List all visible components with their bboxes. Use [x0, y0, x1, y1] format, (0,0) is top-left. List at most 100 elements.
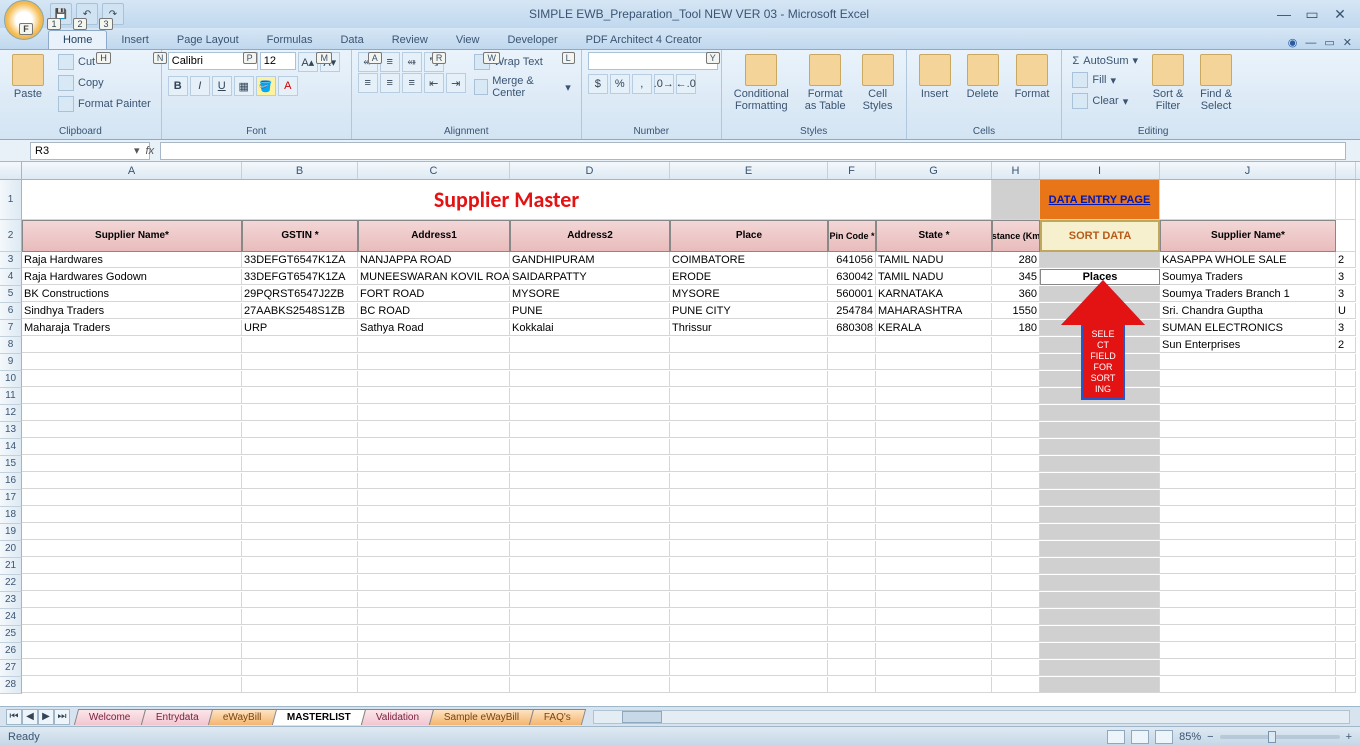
cell[interactable]: KARNATAKA: [876, 286, 992, 302]
col-header-j[interactable]: J: [1160, 162, 1336, 179]
number-format-select[interactable]: [588, 52, 718, 70]
autosum-button[interactable]: Σ AutoSum ▾: [1068, 52, 1142, 69]
doc-restore[interactable]: ▭: [1324, 36, 1334, 49]
fill-button[interactable]: Fill ▾: [1068, 70, 1142, 90]
fill-color-button[interactable]: 🪣: [256, 76, 276, 96]
row-header-4[interactable]: 4: [0, 269, 22, 286]
qat-undo[interactable]: ↶2: [76, 3, 98, 25]
cell[interactable]: SUMAN ELECTRONICS: [1160, 320, 1336, 336]
sheet-nav-last[interactable]: ⏭: [54, 709, 70, 725]
cell[interactable]: 1550: [992, 303, 1040, 319]
row-header-18[interactable]: 18: [0, 507, 22, 524]
row-header-9[interactable]: 9: [0, 354, 22, 371]
cell[interactable]: 345: [992, 269, 1040, 285]
row-header-5[interactable]: 5: [0, 286, 22, 303]
sheet-nav-prev[interactable]: ◀: [22, 709, 38, 725]
page-layout-view-button[interactable]: [1131, 730, 1149, 744]
cell[interactable]: Thrissur: [670, 320, 828, 336]
align-middle-button[interactable]: ≡: [380, 52, 400, 72]
cell[interactable]: 254784: [828, 303, 876, 319]
cell[interactable]: 680308: [828, 320, 876, 336]
row-header-26[interactable]: 26: [0, 643, 22, 660]
clear-button[interactable]: Clear ▾: [1068, 91, 1142, 111]
align-left-button[interactable]: ≡: [358, 73, 378, 93]
cell[interactable]: 27AABKS2548S1ZB: [242, 303, 358, 319]
fx-label[interactable]: fx: [146, 145, 155, 157]
row-header-20[interactable]: 20: [0, 541, 22, 558]
sort-data-button[interactable]: SORT DATA: [1040, 220, 1160, 252]
maximize-button[interactable]: ▭: [1302, 6, 1322, 23]
minimize-button[interactable]: —: [1274, 6, 1294, 23]
zoom-slider[interactable]: [1220, 735, 1340, 739]
sheet-tab-welcome[interactable]: Welcome: [74, 709, 146, 725]
col-header-d[interactable]: D: [510, 162, 670, 179]
cell[interactable]: PUNE: [510, 303, 670, 319]
row-header-3[interactable]: 3: [0, 252, 22, 269]
row-header-22[interactable]: 22: [0, 575, 22, 592]
grow-font-button[interactable]: A▴: [298, 52, 318, 72]
cell[interactable]: GANDHIPURAM: [510, 252, 670, 268]
col-header-c[interactable]: C: [358, 162, 510, 179]
find-select-button[interactable]: Find & Select: [1194, 52, 1238, 114]
formula-input[interactable]: [160, 142, 1346, 160]
align-right-button[interactable]: ≡: [402, 73, 422, 93]
row-header-28[interactable]: 28: [0, 677, 22, 694]
comma-button[interactable]: ,: [632, 74, 652, 94]
copy-button[interactable]: Copy: [54, 73, 155, 93]
cell[interactable]: MYSORE: [670, 286, 828, 302]
row-header-13[interactable]: 13: [0, 422, 22, 439]
tab-view[interactable]: ViewW: [442, 31, 494, 49]
row-header-25[interactable]: 25: [0, 626, 22, 643]
cell[interactable]: 2: [1336, 252, 1356, 268]
col-header-i[interactable]: I: [1040, 162, 1160, 179]
sheet-tab-validation[interactable]: Validation: [361, 709, 434, 725]
cell[interactable]: 3: [1336, 320, 1356, 336]
cell-styles-button[interactable]: Cell Styles: [856, 52, 900, 114]
cell-k8[interactable]: 2: [1336, 337, 1356, 353]
underline-button[interactable]: U: [212, 76, 232, 96]
cell[interactable]: SAIDARPATTY: [510, 269, 670, 285]
tab-data[interactable]: DataA: [326, 31, 377, 49]
bold-button[interactable]: B: [168, 76, 188, 96]
currency-button[interactable]: $: [588, 74, 608, 94]
cell[interactable]: BK Constructions: [22, 286, 242, 302]
align-center-button[interactable]: ≡: [380, 73, 400, 93]
sheet-nav-next[interactable]: ▶: [38, 709, 54, 725]
decrease-indent-button[interactable]: ⇤: [424, 73, 444, 93]
zoom-in-button[interactable]: +: [1346, 731, 1352, 743]
cell[interactable]: MAHARASHTRA: [876, 303, 992, 319]
row-header-14[interactable]: 14: [0, 439, 22, 456]
cell[interactable]: MYSORE: [510, 286, 670, 302]
col-header-a[interactable]: A: [22, 162, 242, 179]
cell[interactable]: Kokkalai: [510, 320, 670, 336]
cell[interactable]: 280: [992, 252, 1040, 268]
qat-save[interactable]: 💾1: [50, 3, 72, 25]
row-header-12[interactable]: 12: [0, 405, 22, 422]
select-all-corner[interactable]: [0, 162, 22, 179]
row-header-6[interactable]: 6: [0, 303, 22, 320]
tab-formulas[interactable]: FormulasM: [253, 31, 327, 49]
increase-indent-button[interactable]: ⇥: [446, 73, 466, 93]
page-break-view-button[interactable]: [1155, 730, 1173, 744]
col-header-g[interactable]: G: [876, 162, 992, 179]
data-entry-page-link[interactable]: DATA ENTRY PAGE: [1040, 180, 1160, 220]
cell[interactable]: ERODE: [670, 269, 828, 285]
tab-insert[interactable]: InsertN: [107, 31, 163, 49]
horizontal-scrollbar[interactable]: [593, 710, 1350, 724]
cell[interactable]: Sathya Road: [358, 320, 510, 336]
cell[interactable]: 560001: [828, 286, 876, 302]
cell[interactable]: 630042: [828, 269, 876, 285]
insert-cells-button[interactable]: Insert: [913, 52, 957, 102]
border-button[interactable]: ▦: [234, 76, 254, 96]
cell[interactable]: TAMIL NADU: [876, 252, 992, 268]
sheet-nav-first[interactable]: ⏮: [6, 709, 22, 725]
cell-j8[interactable]: Sun Enterprises: [1160, 337, 1336, 353]
normal-view-button[interactable]: [1107, 730, 1125, 744]
cell[interactable]: 33DEFGT6547K1ZA: [242, 269, 358, 285]
decrease-decimal-button[interactable]: ←.0: [676, 74, 696, 94]
cell[interactable]: COIMBATORE: [670, 252, 828, 268]
cell[interactable]: Raja Hardwares: [22, 252, 242, 268]
row-header-7[interactable]: 7: [0, 320, 22, 337]
conditional-formatting-button[interactable]: Conditional Formatting: [728, 52, 795, 114]
cell[interactable]: Sri. Chandra Guptha: [1160, 303, 1336, 319]
